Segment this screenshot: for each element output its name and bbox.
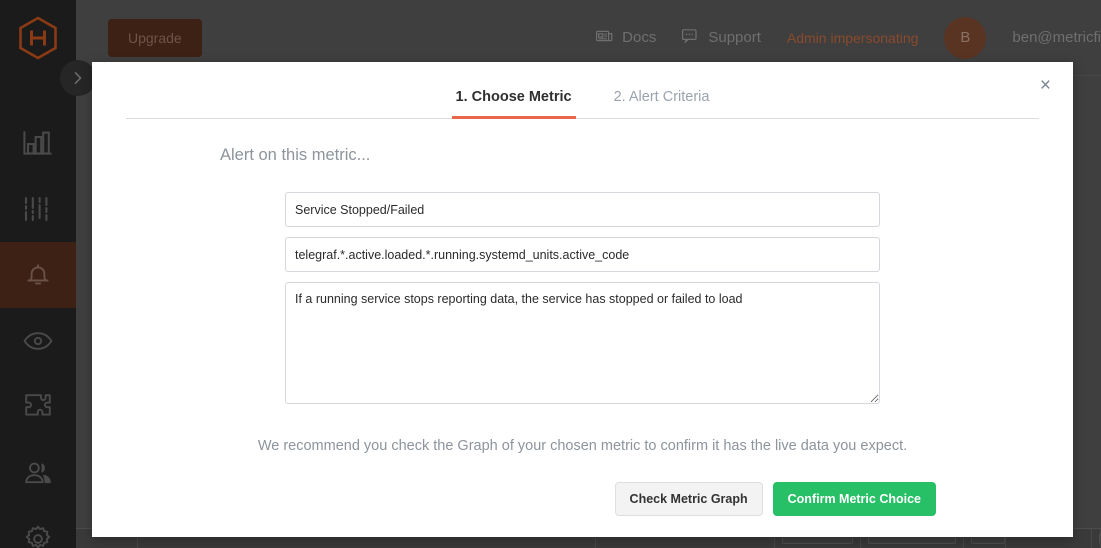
- user-email-label[interactable]: ben@metricfi: [1012, 29, 1101, 46]
- metric-fields-group: If a running service stops reporting dat…: [220, 192, 945, 404]
- upgrade-button[interactable]: Upgrade: [108, 19, 202, 57]
- support-link[interactable]: Support: [682, 29, 761, 47]
- sidebar-item-alerts[interactable]: [0, 242, 76, 308]
- support-label: Support: [708, 29, 761, 46]
- gear-icon: [24, 525, 52, 548]
- confirm-metric-choice-button[interactable]: Confirm Metric Choice: [773, 482, 936, 516]
- table-cell: [1092, 529, 1101, 548]
- recommendation-text: We recommend you check the Graph of your…: [220, 438, 945, 454]
- chat-bubble-icon: [682, 29, 699, 47]
- alert-description-textarea[interactable]: If a running service stops reporting dat…: [285, 282, 880, 404]
- sidebar-item-integrations[interactable]: [0, 374, 76, 440]
- tab-alert-criteria[interactable]: 2. Alert Criteria: [610, 89, 714, 118]
- modal-tabs: 1. Choose Metric 2. Alert Criteria: [126, 62, 1039, 119]
- chevron-right-icon: [73, 71, 83, 85]
- newspaper-icon: [596, 29, 613, 47]
- sidebar-item-settings[interactable]: [0, 506, 76, 548]
- puzzle-icon: [24, 393, 52, 421]
- avatar[interactable]: B: [944, 17, 986, 59]
- tab-choose-metric[interactable]: 1. Choose Metric: [452, 89, 576, 119]
- modal-actions: Check Metric Graph Confirm Metric Choice: [220, 482, 945, 516]
- sidebar-expand-toggle[interactable]: [60, 60, 96, 96]
- app-root: Upgrade Docs: [0, 0, 1101, 548]
- bell-icon: [23, 260, 53, 290]
- alert-name-input[interactable]: [285, 192, 880, 227]
- sidebar-item-dashboards[interactable]: [0, 110, 76, 176]
- topbar-right-group: Docs Support Admin impersonati: [596, 17, 1101, 59]
- docs-link[interactable]: Docs: [596, 29, 656, 47]
- sidebar-item-team[interactable]: [0, 440, 76, 506]
- docs-label: Docs: [622, 29, 656, 46]
- bar-chart-icon: [23, 130, 53, 156]
- metric-path-input[interactable]: [285, 237, 880, 272]
- admin-impersonating-label[interactable]: Admin impersonating: [787, 30, 919, 46]
- users-icon: [23, 461, 53, 485]
- check-metric-graph-button[interactable]: Check Metric Graph: [615, 482, 763, 516]
- close-icon[interactable]: ×: [1040, 76, 1051, 95]
- section-title: Alert on this metric...: [220, 146, 945, 165]
- sidebar-item-metrics[interactable]: [0, 176, 76, 242]
- choose-metric-modal: × 1. Choose Metric 2. Alert Criteria Ale…: [92, 62, 1073, 537]
- sidebar-item-monitoring[interactable]: [0, 308, 76, 374]
- eye-icon: [23, 331, 53, 351]
- sliders-icon: [23, 196, 53, 222]
- modal-body: Alert on this metric... If a running ser…: [92, 146, 1073, 516]
